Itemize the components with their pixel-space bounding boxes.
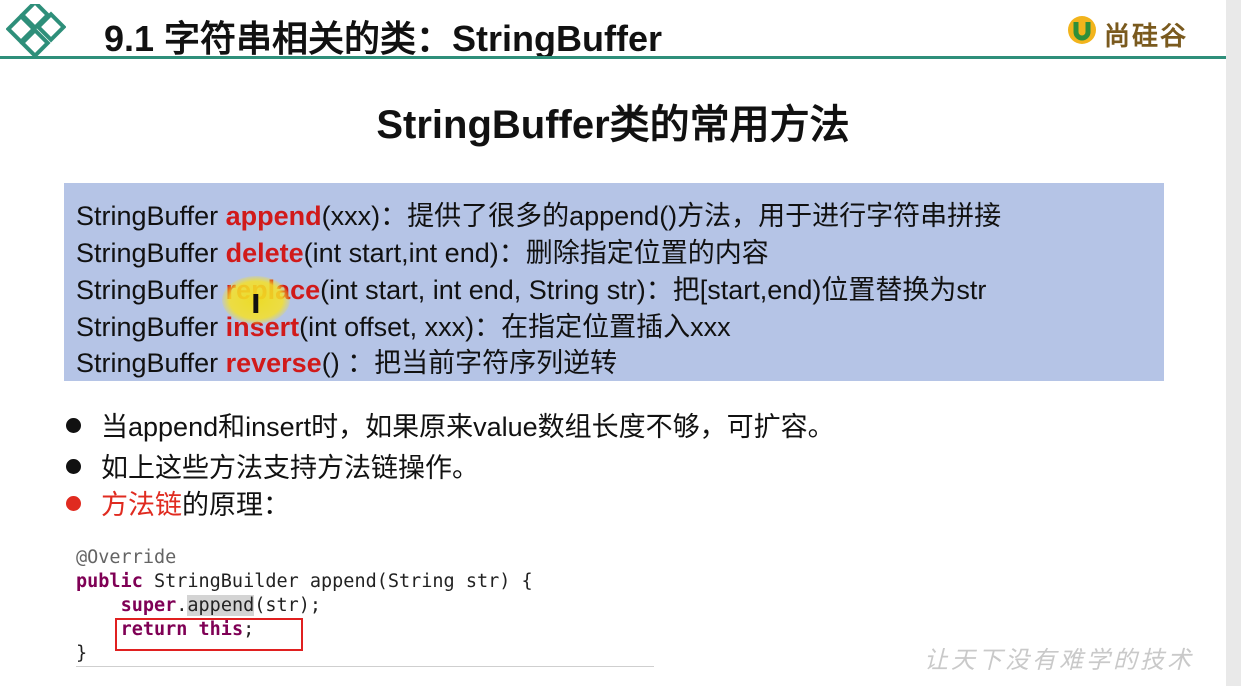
code-keyword: super (120, 595, 177, 616)
method-keyword: delete (225, 238, 304, 268)
brand-logo: 尚硅谷 (1066, 14, 1206, 51)
method-prefix: StringBuffer (76, 238, 226, 268)
methods-box: StringBuffer append(xxx)：提供了很多的append()方… (64, 183, 1164, 381)
code-line-annotation: @Override (76, 547, 177, 568)
brand-u-icon (1068, 16, 1096, 44)
code-method-highlight: append (187, 595, 255, 616)
bullet-item: 如上这些方法支持方法链操作。 (66, 446, 479, 485)
method-description: (int start, int end, String str)：把[start… (320, 275, 987, 305)
method-keyword: reverse (225, 348, 322, 378)
method-description: () ：把当前字符序列逆转 (321, 348, 618, 378)
bullet-text: 当append和insert时，如果原来value数组长度不够，可扩容。 (101, 412, 835, 442)
brand-text: 尚硅谷 (1104, 21, 1189, 51)
logo-icon (6, 4, 66, 58)
bullet-text: 如上这些方法支持方法链操作。 (101, 453, 479, 483)
method-line-reverse: StringBuffer reverse() ：把当前字符序列逆转 (76, 341, 617, 380)
code-text: StringBuilder append(String str) { (142, 571, 533, 592)
method-prefix: StringBuffer (76, 201, 226, 231)
method-line-replace: StringBuffer replace(int start, int end,… (76, 268, 986, 307)
method-line-insert: StringBuffer insert(int offset, xxx)：在指定… (76, 305, 731, 344)
method-prefix: StringBuffer (76, 348, 226, 378)
header-divider (0, 56, 1226, 59)
method-description: (int offset, xxx)：在指定位置插入xxx (299, 312, 731, 342)
bullet-item: 当append和insert时，如果原来value数组长度不够，可扩容。 (66, 405, 835, 444)
method-description: (xxx)：提供了很多的append()方法，用于进行字符串拼接 (321, 201, 1002, 231)
method-prefix: StringBuffer (76, 312, 226, 342)
method-line-delete: StringBuffer delete(int start,int end)：删… (76, 231, 769, 270)
code-text: (str); (254, 595, 322, 616)
slide-title: 9.1 字符串相关的类：StringBuffer (104, 18, 663, 59)
code-line-close: } (76, 643, 88, 664)
method-line-append: StringBuffer append(xxx)：提供了很多的append()方… (76, 194, 1001, 233)
method-prefix: StringBuffer (76, 275, 226, 305)
bullet-dot-icon (66, 418, 81, 434)
bullet-dot-red-icon (66, 496, 81, 512)
bullet-highlight: 方法链 (101, 490, 182, 520)
method-description: (int start,int end)：删除指定位置的内容 (303, 238, 769, 268)
window-edge-strip (1226, 0, 1241, 686)
bullet-dot-icon (66, 459, 81, 475)
section-subtitle: StringBuffer类的常用方法 (376, 103, 850, 147)
code-line-super: super.append(str); (76, 594, 321, 618)
code-text: . (176, 595, 188, 616)
text-cursor-icon: I (251, 290, 261, 320)
code-keyword: public (76, 571, 143, 592)
method-keyword: append (225, 201, 322, 231)
bullet-text: 的原理： (182, 490, 290, 520)
code-divider (76, 666, 654, 667)
code-line-signature: public StringBuilder append(String str) … (76, 570, 533, 594)
bullet-item: 方法链的原理： (66, 483, 290, 522)
return-this-highlight-box (115, 618, 303, 651)
slide-header: 9.1 字符串相关的类：StringBuffer 尚硅谷 (0, 0, 1226, 62)
watermark-slogan: 让天下没有难学的技术 (924, 646, 1194, 674)
